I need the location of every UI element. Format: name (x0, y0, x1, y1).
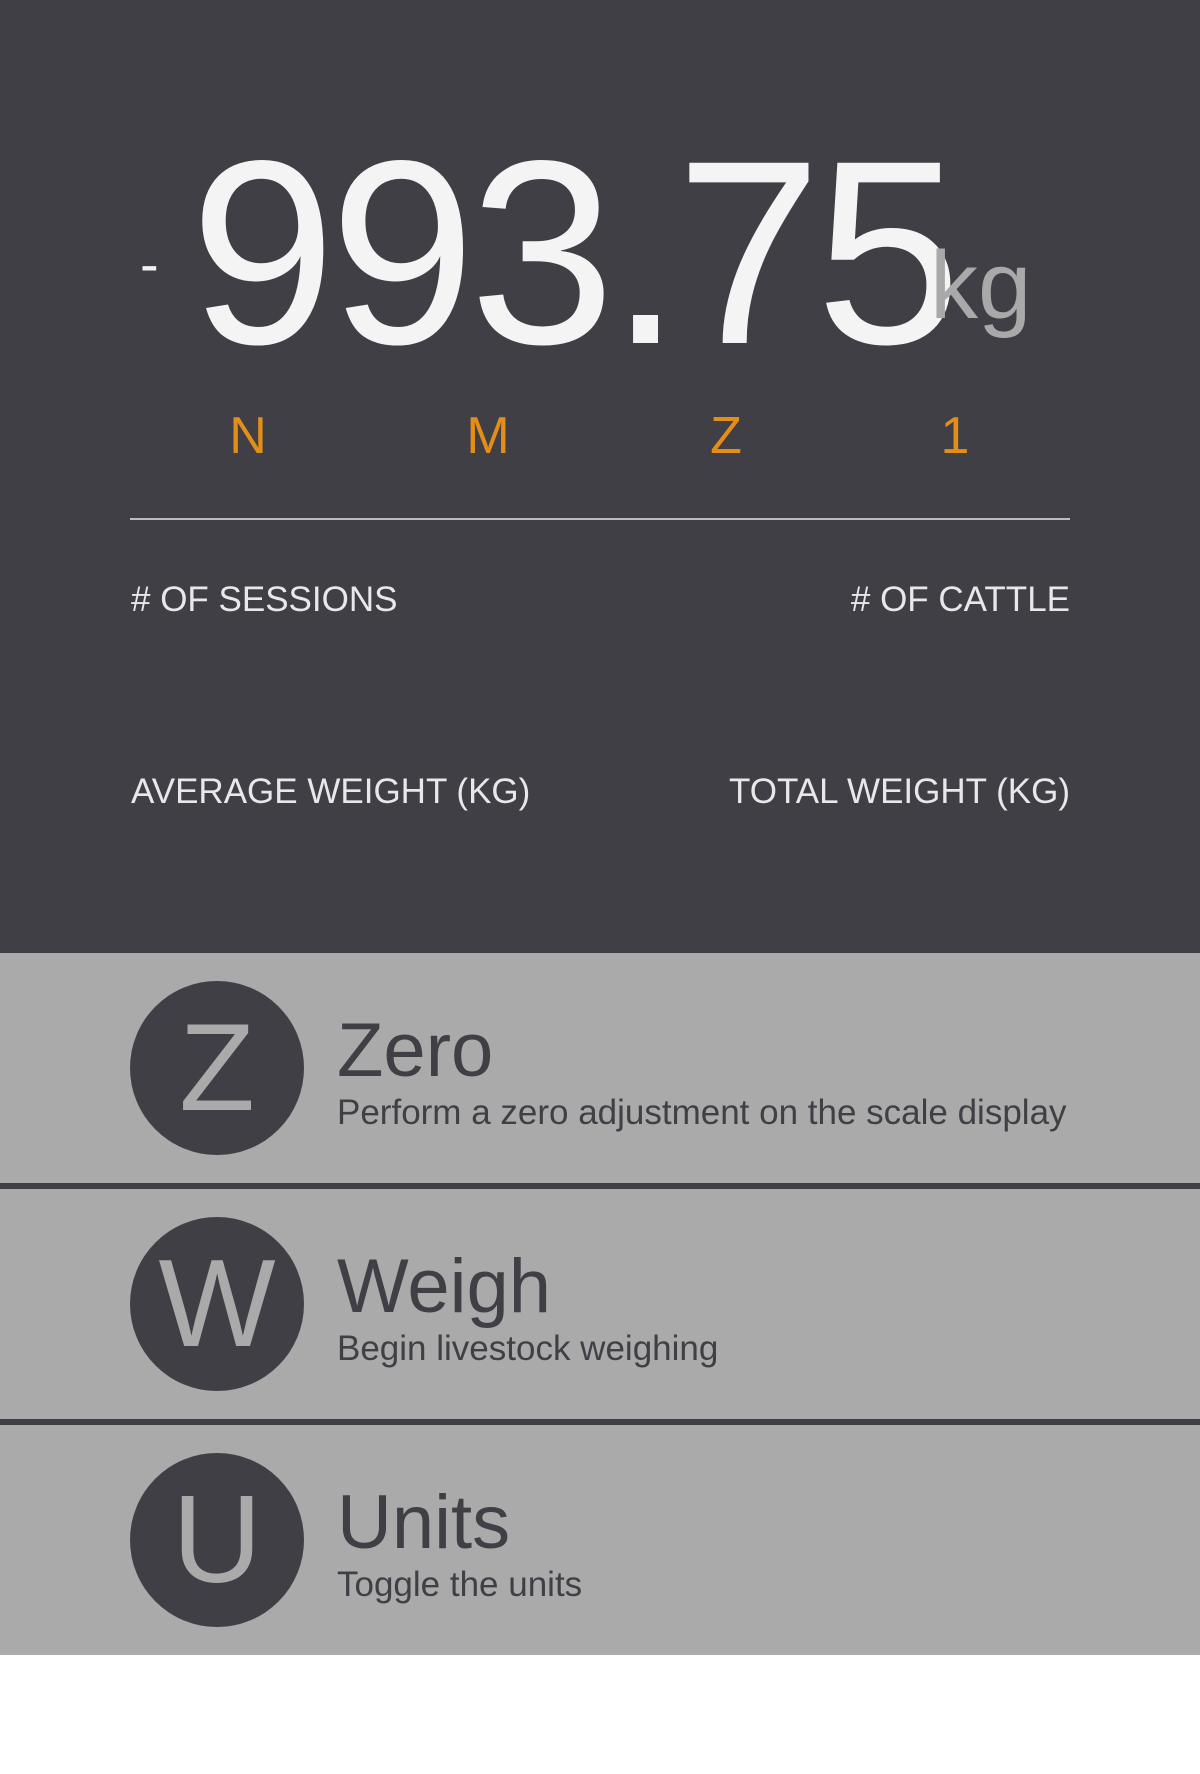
zero-letter-icon: Z (130, 981, 304, 1155)
weigh-title: Weigh (337, 1244, 552, 1329)
units-button[interactable]: U Units Toggle the units (0, 1425, 1200, 1655)
weight-readout: 993.75 (190, 106, 961, 399)
weigh-button[interactable]: W Weigh Begin livestock weighing (0, 1189, 1200, 1419)
zero-description: Perform a zero adjustment on the scale d… (337, 1093, 1067, 1132)
weight-sign: - (140, 232, 159, 295)
units-description: Toggle the units (337, 1565, 583, 1604)
indicator-motion: M (466, 407, 510, 465)
total-weight-label: TOTAL WEIGHT (KG) (729, 772, 1070, 811)
units-title: Units (337, 1480, 511, 1565)
weight-unit: kg (930, 232, 1032, 339)
sessions-label: # OF SESSIONS (131, 580, 398, 619)
zero-button[interactable]: Z Zero Perform a zero adjustment on the … (0, 953, 1200, 1183)
average-weight-label: AVERAGE WEIGHT (KG) (131, 772, 531, 811)
weigh-description: Begin livestock weighing (337, 1329, 719, 1368)
indicator-range: 1 (940, 407, 970, 465)
divider (130, 518, 1070, 520)
cattle-label: # OF CATTLE (850, 580, 1070, 619)
indicator-net: N (229, 407, 267, 465)
units-letter-icon: U (130, 1453, 304, 1627)
scale-display-panel: - 993.75 kg N M Z 1 # OF SESSIONS # OF C… (0, 0, 1200, 953)
zero-title: Zero (337, 1008, 494, 1093)
indicator-zero: Z (710, 407, 742, 465)
weigh-letter-icon: W (130, 1217, 304, 1391)
